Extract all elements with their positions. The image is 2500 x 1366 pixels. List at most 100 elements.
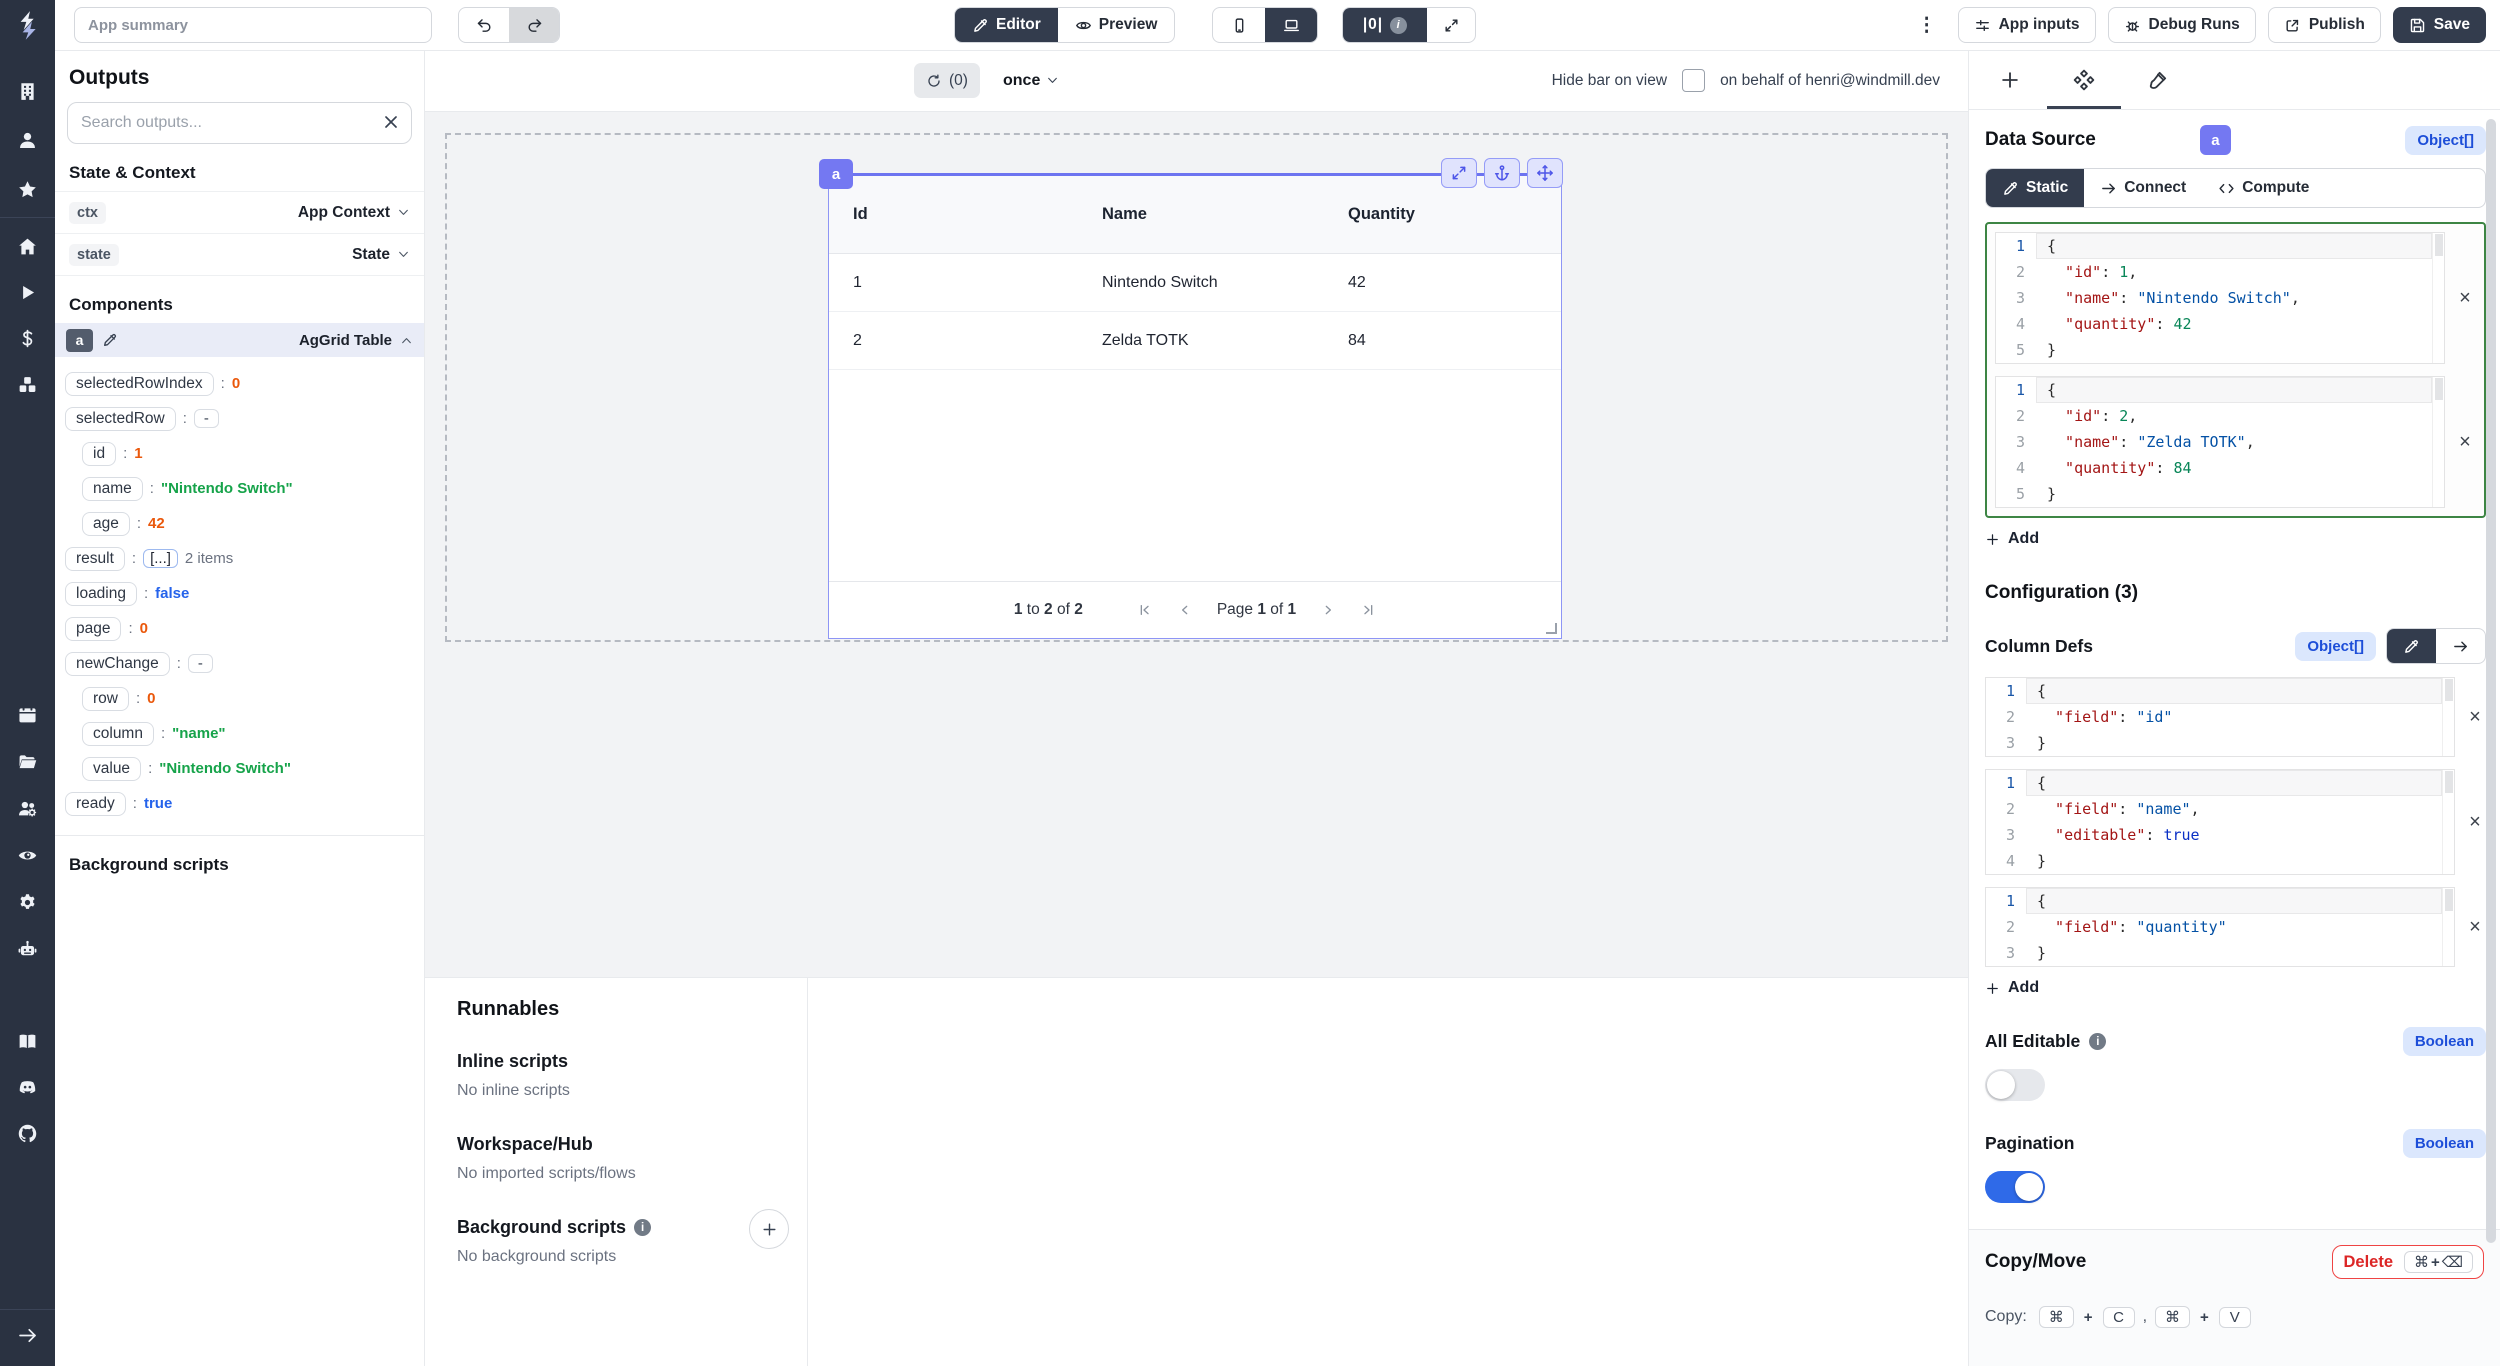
boolean-type-badge[interactable]: Boolean bbox=[2403, 1027, 2486, 1056]
mobile-view-button[interactable] bbox=[1213, 8, 1265, 42]
publish-button[interactable]: Publish bbox=[2268, 7, 2381, 43]
all-editable-toggle[interactable] bbox=[1985, 1069, 2045, 1101]
table-row[interactable]: 2Zelda TOTK84 bbox=[829, 312, 1561, 370]
dollar-icon[interactable] bbox=[8, 323, 48, 353]
calendar-icon[interactable] bbox=[8, 699, 48, 729]
schedule-dropdown[interactable]: once bbox=[1003, 63, 1059, 98]
eye-icon[interactable] bbox=[8, 840, 48, 870]
prop-key[interactable]: page bbox=[65, 617, 121, 641]
cubes-icon[interactable] bbox=[8, 369, 48, 399]
edit-id-icon[interactable] bbox=[102, 332, 118, 348]
component-header[interactable]: a AgGrid Table bbox=[55, 323, 424, 357]
prop-key[interactable]: id bbox=[82, 442, 116, 466]
connect-mode-button[interactable] bbox=[2436, 629, 2485, 663]
column-def-json-editor-1[interactable]: 123{ "field": "id"} bbox=[1985, 677, 2455, 757]
column-header-name[interactable]: Name bbox=[1102, 205, 1348, 224]
resize-handle[interactable] bbox=[1546, 623, 1557, 634]
connect-mode-button[interactable]: Connect bbox=[2084, 169, 2202, 207]
move-component-button[interactable] bbox=[1527, 158, 1563, 188]
object-type-badge[interactable]: Object[] bbox=[2405, 126, 2486, 155]
column-def-json-editor-2[interactable]: 1234{ "field": "name", "editable": true} bbox=[1985, 769, 2455, 875]
data-source-json-editor-1[interactable]: 12345{ "id": 1, "name": "Nintendo Switch… bbox=[1995, 232, 2445, 364]
prop-key[interactable]: ready bbox=[65, 792, 126, 816]
expand-component-button[interactable] bbox=[1441, 158, 1477, 188]
prop-key[interactable]: row bbox=[82, 687, 129, 711]
column-def-json-editor-3[interactable]: 123{ "field": "quantity"} bbox=[1985, 887, 2455, 967]
preview-tab[interactable]: Preview bbox=[1058, 8, 1175, 42]
redo-button[interactable] bbox=[509, 8, 559, 42]
play-icon[interactable] bbox=[8, 277, 48, 307]
editor-tab[interactable]: Editor bbox=[955, 8, 1058, 42]
prop-key[interactable]: loading bbox=[65, 582, 137, 606]
outputs-toggle-button[interactable]: |0|i bbox=[1343, 8, 1427, 42]
context-row-state[interactable]: stateState bbox=[55, 234, 424, 276]
building-icon[interactable] bbox=[8, 76, 48, 106]
prop-key[interactable]: result bbox=[65, 547, 125, 571]
search-outputs-input[interactable] bbox=[67, 102, 412, 144]
app-canvas[interactable]: a IdNameQuantity 1Nintendo Switch422Zeld… bbox=[425, 112, 1968, 978]
component-badge[interactable]: a bbox=[819, 159, 853, 189]
prop-key[interactable]: column bbox=[82, 722, 154, 746]
add-data-source-item-button[interactable]: Add bbox=[1985, 530, 2039, 548]
prop-key[interactable]: value bbox=[82, 757, 141, 781]
windmill-logo[interactable] bbox=[11, 8, 45, 42]
object-type-badge[interactable]: Object[] bbox=[2295, 632, 2376, 661]
book-icon[interactable] bbox=[8, 1026, 48, 1056]
user-icon[interactable] bbox=[8, 125, 48, 155]
static-mode-button[interactable] bbox=[2387, 629, 2436, 663]
first-page-icon[interactable] bbox=[1137, 602, 1153, 618]
context-row-ctx[interactable]: ctxApp Context bbox=[55, 192, 424, 234]
settings-tab[interactable] bbox=[2047, 50, 2121, 109]
pagination-toggle[interactable] bbox=[1985, 1171, 2045, 1203]
remove-item-icon[interactable]: × bbox=[2464, 916, 2486, 939]
save-button[interactable]: Save bbox=[2393, 7, 2486, 43]
prop-key[interactable]: selectedRowIndex bbox=[65, 372, 214, 396]
gear-icon[interactable] bbox=[8, 887, 48, 917]
github-icon[interactable] bbox=[8, 1118, 48, 1148]
data-source-json-editor-2[interactable]: 12345{ "id": 2, "name": "Zelda TOTK", "q… bbox=[1995, 376, 2445, 508]
static-mode-button[interactable]: Static bbox=[1986, 169, 2084, 207]
app-inputs-button[interactable]: App inputs bbox=[1958, 7, 2096, 43]
add-column-def-button[interactable]: Add bbox=[1985, 979, 2039, 997]
next-page-icon[interactable] bbox=[1320, 602, 1336, 618]
chevron-up-icon[interactable] bbox=[400, 334, 413, 347]
add-background-script-button[interactable] bbox=[749, 1209, 789, 1249]
styling-tab[interactable] bbox=[2121, 50, 2195, 109]
remove-item-icon[interactable]: × bbox=[2464, 706, 2486, 729]
scrollbar-thumb[interactable] bbox=[2486, 119, 2496, 1243]
insert-tab[interactable] bbox=[1973, 50, 2047, 109]
last-page-icon[interactable] bbox=[1360, 602, 1376, 618]
refresh-count-button[interactable]: (0) bbox=[914, 63, 980, 98]
fullscreen-button[interactable] bbox=[1427, 8, 1475, 42]
boolean-type-badge[interactable]: Boolean bbox=[2403, 1129, 2486, 1158]
prop-collapsed[interactable]: - bbox=[194, 409, 219, 428]
folder-icon[interactable] bbox=[8, 746, 48, 776]
hide-bar-checkbox[interactable] bbox=[1682, 69, 1705, 92]
home-icon[interactable] bbox=[8, 231, 48, 261]
prop-key[interactable]: newChange bbox=[65, 652, 170, 676]
collapse-arrow-icon[interactable] bbox=[8, 1320, 48, 1350]
prop-key[interactable]: age bbox=[82, 512, 130, 536]
more-menu-button[interactable]: ⋮ bbox=[1916, 14, 1938, 37]
debug-runs-button[interactable]: Debug Runs bbox=[2108, 7, 2256, 43]
table-row[interactable]: 1Nintendo Switch42 bbox=[829, 254, 1561, 312]
column-header-quantity[interactable]: Quantity bbox=[1348, 205, 1537, 224]
remove-item-icon[interactable]: × bbox=[2454, 431, 2476, 454]
prev-page-icon[interactable] bbox=[1177, 602, 1193, 618]
desktop-view-button[interactable] bbox=[1265, 8, 1317, 42]
undo-button[interactable] bbox=[459, 8, 509, 42]
clear-search-icon[interactable] bbox=[381, 112, 401, 132]
robot-icon[interactable] bbox=[8, 934, 48, 964]
aggrid-table-component[interactable]: a IdNameQuantity 1Nintendo Switch422Zeld… bbox=[828, 174, 1562, 639]
prop-collapsed[interactable]: - bbox=[188, 654, 213, 673]
column-header-id[interactable]: Id bbox=[853, 205, 1102, 224]
star-icon[interactable] bbox=[8, 174, 48, 204]
prop-key[interactable]: name bbox=[82, 477, 143, 501]
delete-component-button[interactable]: Delete ⌘+⌫ bbox=[2332, 1245, 2484, 1279]
component-id-badge[interactable]: a bbox=[2200, 125, 2231, 155]
prop-array[interactable]: [...] bbox=[143, 549, 178, 568]
prop-key[interactable]: selectedRow bbox=[65, 407, 176, 431]
remove-item-icon[interactable]: × bbox=[2454, 287, 2476, 310]
users-gear-icon[interactable] bbox=[8, 793, 48, 823]
compute-mode-button[interactable]: Compute bbox=[2202, 169, 2325, 207]
